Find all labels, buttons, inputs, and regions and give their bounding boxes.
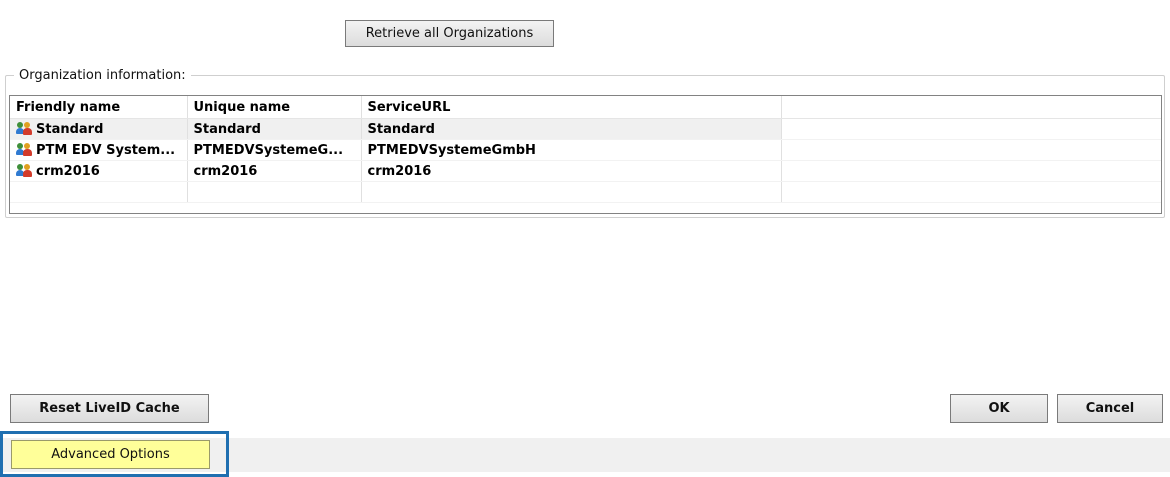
table-row-empty — [10, 181, 1161, 203]
cell-blank — [781, 181, 1161, 203]
column-header-empty — [781, 96, 1161, 119]
cell-friendly-name: Standard — [10, 118, 188, 140]
friendly-name-text: crm2016 — [36, 163, 100, 179]
cell-service-url: Standard — [361, 118, 782, 140]
column-header-unique-name[interactable]: Unique name — [187, 96, 362, 119]
cell-service-url: PTMEDVSystemeGmbH — [361, 139, 782, 161]
cell-unique-name: Standard — [187, 118, 362, 140]
organization-info-legend: Organization information: — [14, 68, 191, 83]
cell-empty — [781, 118, 1161, 140]
cell-friendly-name: crm2016 — [10, 160, 188, 182]
cancel-button[interactable]: Cancel — [1057, 394, 1163, 423]
cell-empty — [781, 160, 1161, 182]
cell-service-url: crm2016 — [361, 160, 782, 182]
ok-button[interactable]: OK — [950, 394, 1048, 423]
advanced-options-button[interactable]: Advanced Options — [11, 440, 210, 469]
friendly-name-text: PTM EDV System... — [36, 142, 176, 158]
users-icon — [16, 163, 33, 177]
friendly-name-text: Standard — [36, 121, 104, 137]
users-icon — [16, 121, 33, 135]
reset-liveid-cache-button[interactable]: Reset LiveID Cache — [10, 394, 209, 423]
cell-blank — [187, 181, 362, 203]
table-row[interactable]: Standard Standard Standard — [10, 118, 1161, 140]
organization-grid[interactable]: Friendly name Unique name ServiceURL Sta… — [9, 95, 1162, 214]
cell-unique-name: crm2016 — [187, 160, 362, 182]
cell-friendly-name: PTM EDV System... — [10, 139, 188, 161]
cell-empty — [781, 139, 1161, 161]
table-row[interactable]: crm2016 crm2016 crm2016 — [10, 160, 1161, 182]
cell-blank — [10, 181, 188, 203]
column-header-friendly-name[interactable]: Friendly name — [10, 96, 188, 119]
grid-header-row: Friendly name Unique name ServiceURL — [10, 96, 1161, 119]
retrieve-organizations-button[interactable]: Retrieve all Organizations — [345, 20, 554, 47]
cell-unique-name: PTMEDVSystemeG... — [187, 139, 362, 161]
cell-blank — [361, 181, 782, 203]
table-row[interactable]: PTM EDV System... PTMEDVSystemeG... PTME… — [10, 139, 1161, 161]
users-icon — [16, 142, 33, 156]
column-header-service-url[interactable]: ServiceURL — [361, 96, 782, 119]
